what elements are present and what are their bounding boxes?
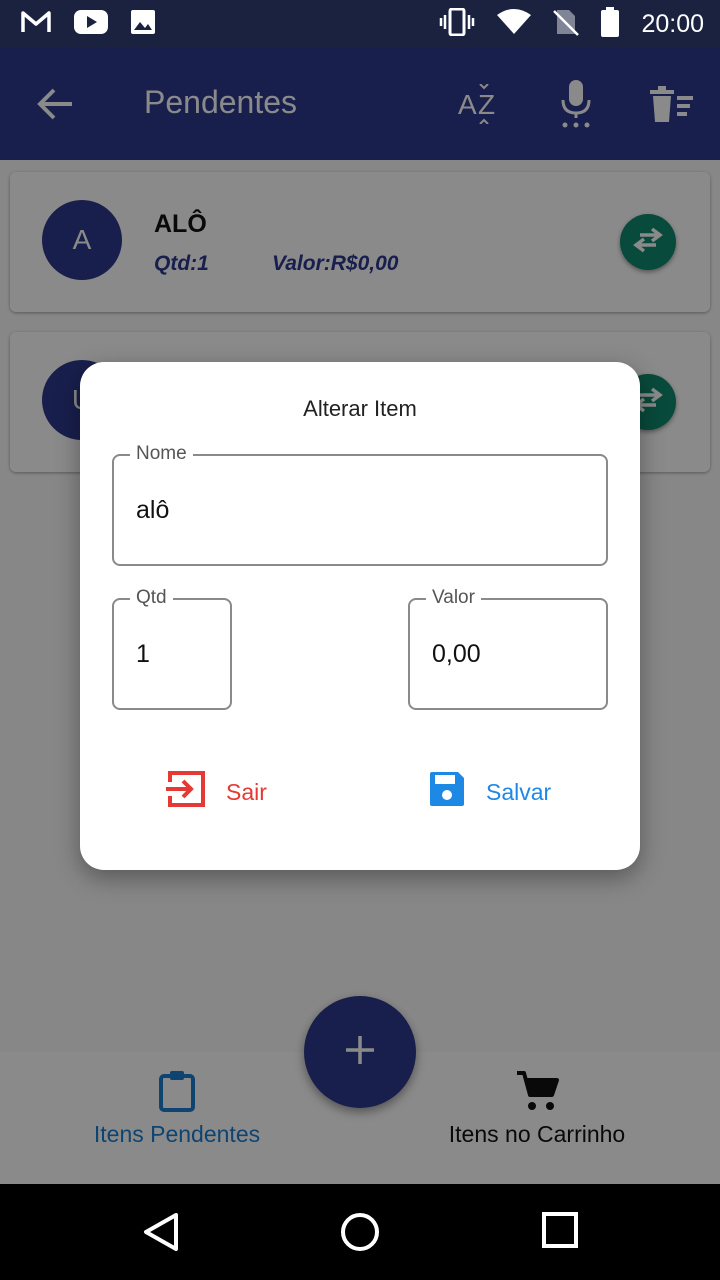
valor-input[interactable]: 0,00 [432,640,481,669]
vibrate-icon [439,7,475,41]
status-left [20,9,156,40]
system-navigation-bar [0,1184,720,1280]
sair-button[interactable]: Sair [166,770,267,814]
valor-field[interactable]: Valor 0,00 [408,587,608,710]
nome-label: Nome [130,443,193,465]
qtd-label: Qtd [130,587,173,609]
nome-field[interactable]: Nome alô [112,443,608,566]
system-recents-icon[interactable] [542,1212,578,1253]
wifi-icon [497,8,532,40]
qtd-input[interactable]: 1 [136,640,150,669]
status-right: 20:00 [439,6,704,42]
gmail-icon [20,10,52,39]
salvar-label: Salvar [486,778,552,805]
exit-icon [166,770,206,814]
battery-icon [601,6,620,42]
qtd-field[interactable]: Qtd 1 [112,587,232,710]
save-floppy-icon [428,770,466,814]
valor-label: Valor [426,587,481,609]
dialog-title: Alterar Item [303,396,417,421]
no-sim-icon [553,8,580,41]
salvar-button[interactable]: Salvar [428,770,551,814]
system-back-icon[interactable] [142,1212,180,1257]
image-icon [130,9,156,40]
system-home-icon[interactable] [340,1212,380,1257]
sair-label: Sair [226,778,267,805]
edit-item-dialog: Alterar Item Nome alô Qtd 1 Valor 0,00 S… [80,362,640,870]
youtube-icon [74,9,108,39]
status-time: 20:00 [641,9,704,38]
nome-input[interactable]: alô [136,496,169,525]
status-bar: 20:00 [0,0,720,48]
